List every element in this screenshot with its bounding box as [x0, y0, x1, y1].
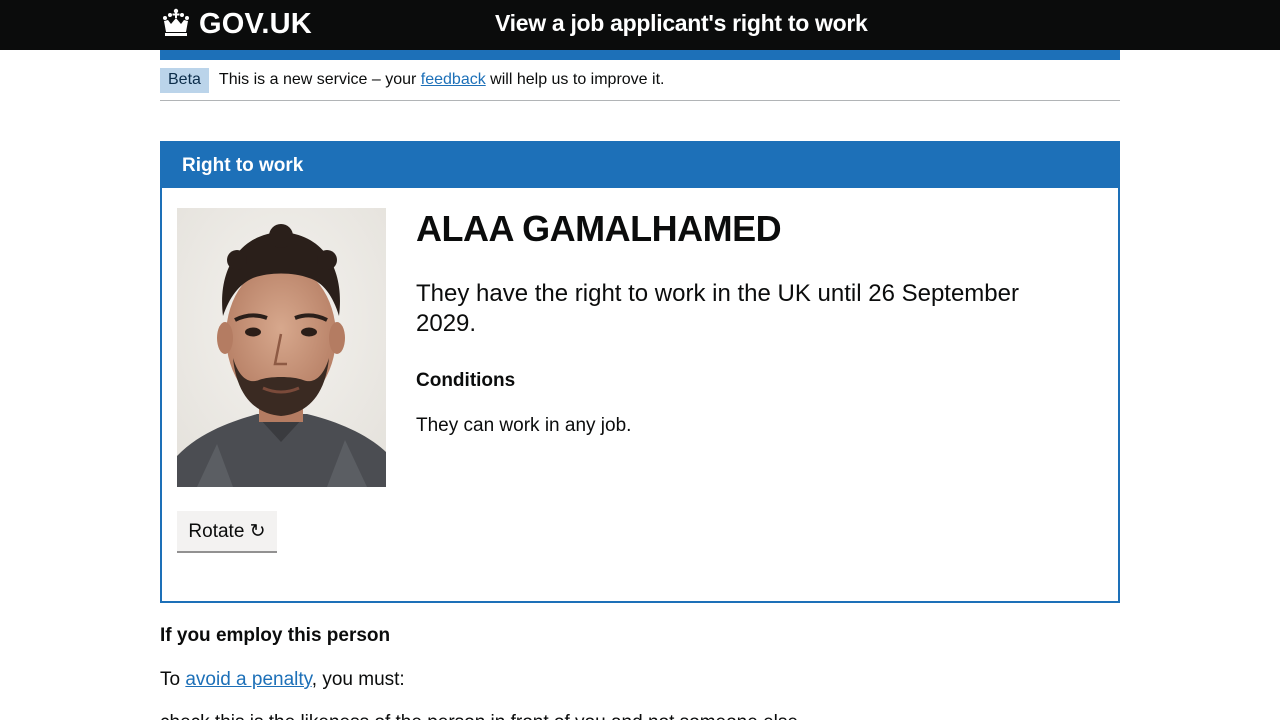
panel-title: Right to work [182, 155, 304, 176]
avoid-penalty-link[interactable]: avoid a penalty [185, 669, 311, 690]
feedback-link[interactable]: feedback [421, 71, 486, 88]
employ-text: To avoid a penalty, you must: [160, 669, 405, 691]
govuk-logo[interactable]: GOV.UK [160, 6, 312, 42]
right-to-work-status: They have the right to work in the UK un… [416, 280, 1019, 337]
applicant-name: ALAA GAMALHAMED [416, 208, 782, 249]
panel-header: Right to work [162, 143, 1118, 188]
employ-text-after: , you must: [311, 669, 405, 690]
site-header: GOV.UK View a job applicant's right to w… [0, 0, 1280, 50]
employ-text-before: To [160, 669, 181, 690]
phase-text-before: This is a new service – your [218, 71, 417, 88]
employ-heading: If you employ this person [160, 625, 391, 646]
phase-text: This is a new service – your feedback wi… [219, 68, 665, 92]
rotate-button[interactable]: Rotate ↻ [177, 511, 277, 551]
applicant-photo [177, 208, 386, 487]
phase-banner: Beta This is a new service – your feedba… [160, 68, 1120, 101]
beta-tag: Beta [160, 68, 209, 93]
logo-text: GOV.UK [199, 7, 312, 40]
photo-image [177, 208, 386, 487]
crown-icon [163, 8, 189, 36]
conditions-text: They can work in any job. [416, 415, 632, 436]
header-stripe [160, 50, 1120, 60]
conditions-heading: Conditions [416, 370, 516, 391]
right-to-work-panel: Right to work Rotate ↻ ALAA GAMALHAMED T… [160, 141, 1120, 603]
phase-text-after: will help us to improve it. [490, 71, 665, 88]
service-name[interactable]: View a job applicant's right to work [495, 10, 868, 37]
list-item: check this is the likeness of the person… [160, 712, 798, 720]
